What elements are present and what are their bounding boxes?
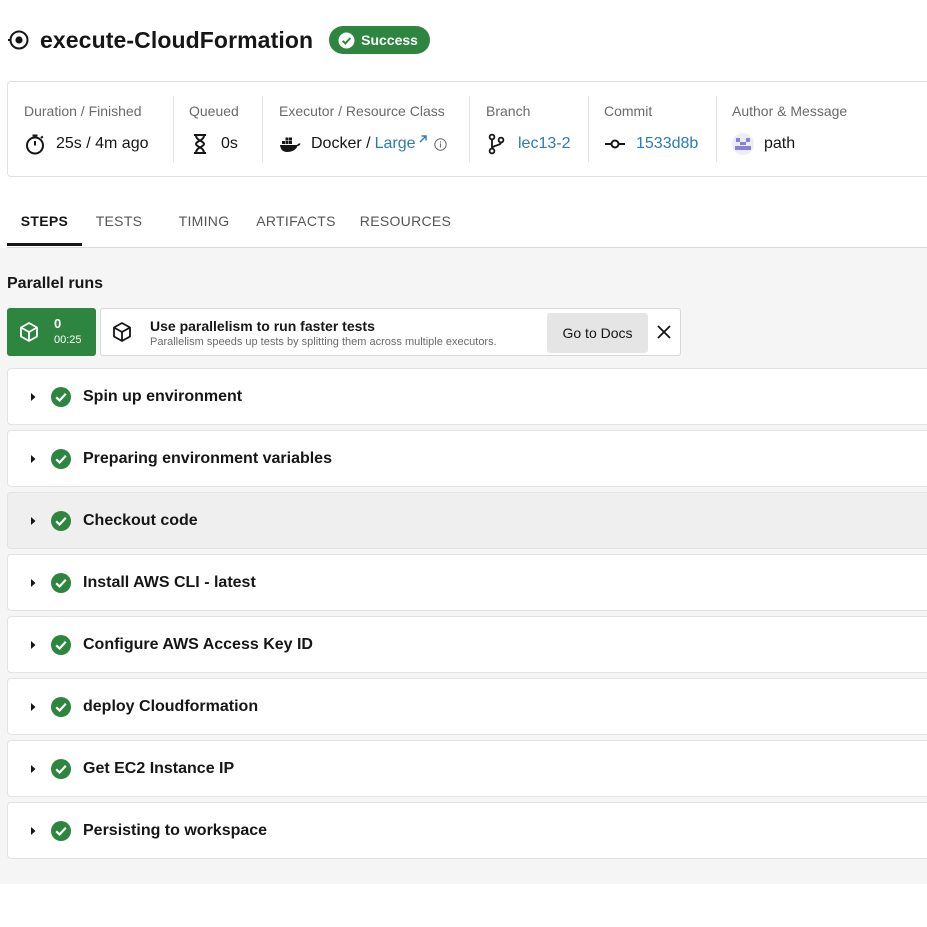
step-row[interactable]: Install AWS CLI - latest: [7, 554, 927, 611]
duration-value: 25s / 4m ago: [56, 135, 149, 152]
page-title: execute-CloudFormation: [40, 26, 314, 53]
git-commit-icon: [604, 133, 626, 155]
step-row[interactable]: Configure AWS Access Key ID: [7, 616, 927, 673]
executor-value: Docker /: [311, 135, 371, 152]
close-icon[interactable]: [654, 322, 674, 342]
check-circle-icon: [51, 510, 71, 531]
caret-right-icon: [28, 702, 38, 712]
step-name: Preparing environment variables: [83, 449, 332, 467]
meta-label: Commit: [604, 103, 653, 119]
step-name: Get EC2 Instance IP: [83, 759, 235, 777]
meta-label: Branch: [486, 103, 531, 119]
tab-resources[interactable]: RESOURCES: [357, 196, 454, 246]
tab-tests[interactable]: TESTS: [87, 196, 151, 246]
step-name: Configure AWS Access Key ID: [83, 635, 313, 653]
caret-right-icon: [28, 764, 38, 774]
meta-author: Author & Message path: [716, 82, 926, 176]
step-row[interactable]: deploy Cloudformation: [7, 678, 927, 735]
meta-value: lec13-2: [486, 133, 570, 155]
steps-panel: Parallel runs 0 00:25 Use parallelism to…: [0, 248, 927, 884]
stopwatch-icon: [24, 133, 46, 155]
caret-right-icon: [28, 516, 38, 526]
divider: [716, 96, 717, 162]
meta-value: 1533d8b: [604, 133, 698, 155]
run-index: 0: [54, 316, 62, 331]
go-to-docs-button[interactable]: Go to Docs: [547, 313, 648, 353]
section-title: Parallel runs: [7, 275, 104, 292]
check-circle-icon: [51, 634, 71, 655]
meta-executor: Executor / Resource Class Docker / Large: [262, 82, 469, 176]
caret-right-icon: [28, 392, 38, 402]
meta-label: Duration / Finished: [24, 103, 142, 119]
meta-duration: Duration / Finished 25s / 4m ago: [8, 82, 173, 176]
status-text: Success: [361, 32, 418, 48]
run-info: 0 00:25: [54, 316, 82, 348]
meta-value: Docker / Large: [279, 133, 447, 155]
promo-title: Use parallelism to run faster tests: [150, 318, 375, 334]
step-name: deploy Cloudformation: [83, 697, 259, 715]
caret-right-icon: [28, 578, 38, 588]
check-circle-icon: [51, 696, 71, 717]
git-branch-icon: [486, 133, 508, 155]
branch-link[interactable]: lec13-2: [518, 135, 570, 153]
check-circle-icon: [51, 820, 71, 841]
meta-value: 0s: [189, 133, 238, 155]
job-header: execute-CloudFormation Success: [8, 20, 430, 60]
caret-right-icon: [28, 826, 38, 836]
caret-right-icon: [28, 640, 38, 650]
check-circle-icon: [51, 572, 71, 593]
run-time: 00:25: [54, 334, 82, 346]
meta-commit: Commit 1533d8b: [588, 82, 716, 176]
step-row[interactable]: Checkout code: [7, 492, 927, 549]
avatar: [732, 133, 754, 155]
hourglass-icon: [189, 133, 211, 155]
tab-artifacts[interactable]: ARTIFACTS: [252, 196, 340, 246]
tab-timing[interactable]: TIMING: [169, 196, 239, 246]
step-name: Install AWS CLI - latest: [83, 573, 256, 591]
meta-label: Executor / Resource Class: [279, 103, 445, 119]
info-icon[interactable]: [433, 137, 447, 151]
meta-queued: Queued 0s: [173, 82, 262, 176]
step-list: Spin up environment Preparing environmen…: [7, 368, 927, 864]
divider: [173, 96, 174, 162]
promo-subtitle: Parallelism speeds up tests by splitting…: [150, 336, 497, 348]
meta-label: Queued: [189, 103, 239, 119]
step-name: Spin up environment: [83, 387, 243, 405]
job-circle-icon: [8, 29, 30, 51]
step-row[interactable]: Persisting to workspace: [7, 802, 927, 859]
external-link-icon[interactable]: [418, 134, 428, 144]
meta-branch: Branch lec13-2: [469, 82, 588, 176]
step-row[interactable]: Preparing environment variables: [7, 430, 927, 487]
check-circle-icon: [51, 758, 71, 779]
step-row[interactable]: Spin up environment: [7, 368, 927, 425]
divider: [469, 96, 470, 162]
meta-value: 25s / 4m ago: [24, 133, 149, 155]
author-value: path: [764, 135, 796, 152]
status-badge: Success: [329, 26, 430, 54]
check-circle-icon: [51, 448, 71, 469]
step-row[interactable]: Get EC2 Instance IP: [7, 740, 927, 797]
step-name: Checkout code: [83, 511, 198, 529]
queued-value: 0s: [221, 135, 238, 152]
step-name: Persisting to workspace: [83, 821, 268, 839]
check-circle-icon: [51, 386, 71, 407]
caret-right-icon: [28, 454, 38, 464]
tab-bar: STEPS TESTS TIMING ARTIFACTS RESOURCES: [7, 196, 927, 248]
check-circle-icon: [338, 32, 355, 49]
docker-icon: [279, 133, 301, 155]
commit-link[interactable]: 1533d8b: [636, 135, 698, 153]
cube-icon: [111, 321, 133, 343]
cube-icon: [18, 321, 40, 343]
meta-value: path: [732, 133, 795, 155]
resource-class-link[interactable]: Large: [375, 135, 416, 153]
job-metadata-bar: Duration / Finished 25s / 4m ago Queued: [7, 81, 927, 177]
parallelism-promo: Use parallelism to run faster tests Para…: [100, 308, 681, 356]
divider: [588, 96, 589, 162]
tab-steps[interactable]: STEPS: [7, 196, 82, 246]
meta-label: Author & Message: [732, 103, 848, 119]
parallel-run-0[interactable]: 0 00:25: [7, 308, 96, 356]
divider: [262, 96, 263, 162]
